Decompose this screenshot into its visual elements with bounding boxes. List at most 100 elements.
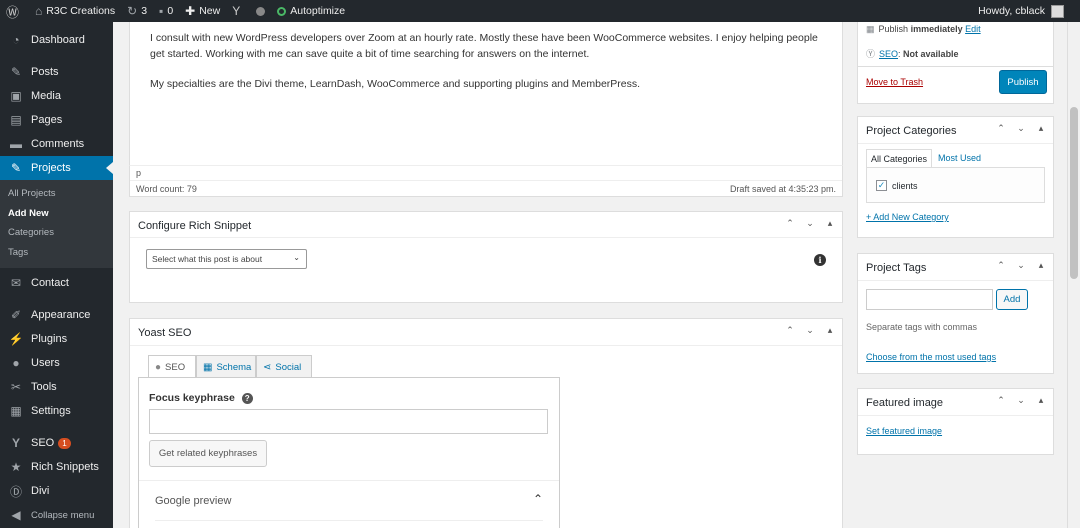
autoptimize-link[interactable]: Autoptimize — [271, 0, 351, 22]
add-new-category-link[interactable]: + Add New Category — [866, 212, 949, 222]
move-down-icon[interactable]: ⌄ — [1015, 260, 1027, 271]
sidebar-item-pages[interactable]: ▤ Pages — [0, 108, 113, 132]
comment-icon: ▬ — [10, 137, 22, 151]
status-dot[interactable] — [250, 0, 271, 22]
sidebar-item-tools[interactable]: ✂ Tools — [0, 375, 113, 399]
admin-bar: Ⓦ ⌂ R3C Creations ↻ 3 ▪ 0 ✚ New Y Autoptimiz… — [0, 0, 1080, 22]
chevron-down-icon: ⌄ — [293, 253, 300, 262]
sidebar-item-plugins[interactable]: ⚡ Plugins — [0, 327, 113, 351]
plugin-icon: ⚡ — [8, 332, 24, 346]
dashboard-icon: ◔ — [12, 33, 20, 47]
set-featured-image-link[interactable]: Set featured image — [866, 426, 942, 436]
choose-most-used-tags-link[interactable]: Choose from the most used tags — [866, 352, 996, 362]
toggle-panel-icon[interactable]: ▴ — [824, 325, 836, 336]
submenu-tags[interactable]: Tags — [0, 243, 113, 263]
google-preview-header[interactable]: Google preview — [155, 495, 231, 507]
info-icon[interactable]: i — [814, 254, 826, 266]
category-item-clients[interactable]: ✓ clients — [876, 180, 918, 191]
toggle-panel-icon[interactable]: ▴ — [1035, 123, 1047, 134]
submenu-categories[interactable]: Categories — [0, 223, 113, 243]
sidebar-item-projects[interactable]: ✎ Projects — [0, 156, 113, 180]
wrench-icon: ✂ — [10, 380, 22, 394]
move-up-icon[interactable]: ⌃ — [784, 325, 796, 336]
publish-button[interactable]: Publish — [999, 70, 1047, 94]
publish-box: ▦ Publish immediately Edit Ⓨ SEO: Not avai… — [857, 22, 1054, 104]
mail-icon: ✉ — [10, 276, 22, 290]
element-path[interactable]: p — [136, 168, 141, 178]
yoast-icon: Y — [11, 436, 20, 450]
move-up-icon[interactable]: ⌃ — [995, 395, 1007, 406]
move-down-icon[interactable]: ⌄ — [1015, 123, 1027, 134]
wordpress-logo-icon[interactable]: Ⓦ — [0, 0, 29, 22]
settings-icon: ▦ — [10, 404, 22, 418]
sidebar-item-rich-snippets[interactable]: ★ Rich Snippets — [0, 455, 113, 479]
pin-icon: ✎ — [10, 65, 22, 79]
tab-seo[interactable]: ● SEO — [148, 355, 196, 379]
sidebar-item-posts[interactable]: ✎ Posts — [0, 60, 113, 84]
toggle-panel-icon[interactable]: ▴ — [824, 218, 836, 229]
sidebar-item-dashboard[interactable]: ◔ Dashboard — [0, 28, 113, 52]
box-controls: ⌃ ⌄ ▴ — [995, 395, 1047, 406]
submenu-add-new[interactable]: Add New — [0, 204, 113, 224]
draft-saved-status: Draft saved at 4:35:23 pm. — [729, 184, 836, 194]
yoast-icon[interactable]: Y — [226, 0, 250, 22]
project-categories-box: Project Categories ⌃ ⌄ ▴ All Categories Mo… — [857, 116, 1054, 238]
account-menu[interactable]: Howdy, cblack — [978, 4, 1080, 18]
editor-paragraph: I consult with new WordPress developers … — [150, 32, 818, 60]
yoast-icon: Ⓨ — [866, 49, 876, 59]
help-icon[interactable]: ? — [241, 393, 253, 404]
chevron-up-icon[interactable]: ⌃ — [533, 492, 543, 506]
edit-publish-date-link[interactable]: Edit — [965, 24, 981, 34]
move-up-icon[interactable]: ⌃ — [784, 218, 796, 229]
scrollbar-thumb[interactable] — [1070, 107, 1078, 279]
toggle-panel-icon[interactable]: ▴ — [1035, 395, 1047, 406]
star-icon: ★ — [10, 460, 22, 474]
seo-status-row: Ⓨ SEO: Not available — [866, 49, 959, 59]
sidebar-item-media[interactable]: ▣ Media — [0, 84, 113, 108]
tab-most-used[interactable]: Most Used — [938, 153, 981, 163]
sidebar-item-users[interactable]: ● Users — [0, 351, 113, 375]
project-tags-box: Project Tags ⌃ ⌄ ▴ Add Separate tags with … — [857, 253, 1054, 374]
share-icon: ⋖ — [263, 361, 272, 373]
seo-link[interactable]: SEO — [879, 49, 898, 59]
publish-schedule-row: ▦ Publish immediately Edit — [866, 24, 981, 34]
sidebar-item-seo[interactable]: Y SEO 1 — [0, 431, 113, 455]
new-content-link[interactable]: ✚ New — [179, 0, 226, 22]
divi-icon: Ⓓ — [9, 484, 22, 499]
collapse-menu-button[interactable]: ◀ Collapse menu — [0, 503, 113, 527]
new-tag-input[interactable] — [866, 289, 993, 310]
submenu-all-projects[interactable]: All Projects — [0, 184, 113, 204]
move-down-icon[interactable]: ⌄ — [804, 325, 816, 336]
focus-keyphrase-input[interactable] — [149, 409, 548, 434]
sidebar-item-comments[interactable]: ▬ Comments — [0, 132, 113, 156]
box-controls: ⌃ ⌄ ▴ — [784, 218, 836, 229]
sidebar-item-contact[interactable]: ✉ Contact — [0, 271, 113, 295]
get-related-keyphrases-button[interactable]: Get related keyphrases — [149, 440, 267, 467]
sidebar-item-appearance[interactable]: ✐ Appearance — [0, 303, 113, 327]
site-name-link[interactable]: ⌂ R3C Creations — [29, 0, 121, 22]
move-to-trash-link[interactable]: Move to Trash — [866, 77, 923, 87]
editor-text[interactable]: I consult with new WordPress developers … — [150, 30, 830, 92]
move-down-icon[interactable]: ⌄ — [804, 218, 816, 229]
page-scrollbar[interactable] — [1067, 22, 1080, 528]
checkbox-checked[interactable]: ✓ — [876, 180, 887, 191]
move-down-icon[interactable]: ⌄ — [1015, 395, 1027, 406]
seo-score-icon: ● — [155, 362, 162, 373]
tab-all-categories[interactable]: All Categories — [866, 149, 933, 167]
sidebar-item-divi[interactable]: Ⓓ Divi — [0, 479, 113, 503]
box-controls: ⌃ ⌄ ▴ — [784, 325, 836, 336]
move-up-icon[interactable]: ⌃ — [995, 123, 1007, 134]
tab-schema[interactable]: ▦ Schema — [196, 355, 256, 378]
comment-icon: ▪ — [159, 4, 164, 18]
rich-snippet-type-select[interactable]: Select what this post is about ⌄ — [146, 249, 307, 269]
comments-link[interactable]: ▪ 0 — [153, 0, 179, 22]
avatar — [1051, 4, 1064, 18]
tab-social[interactable]: ⋖ Social — [256, 355, 312, 378]
move-up-icon[interactable]: ⌃ — [995, 260, 1007, 271]
autoptimize-status-icon — [277, 6, 287, 16]
focus-keyphrase-label: Focus keyphrase ? — [149, 392, 253, 404]
add-tag-button[interactable]: Add — [996, 289, 1028, 310]
sidebar-item-settings[interactable]: ▦ Settings — [0, 399, 113, 423]
updates-link[interactable]: ↻ 3 — [121, 0, 153, 22]
toggle-panel-icon[interactable]: ▴ — [1035, 260, 1047, 271]
